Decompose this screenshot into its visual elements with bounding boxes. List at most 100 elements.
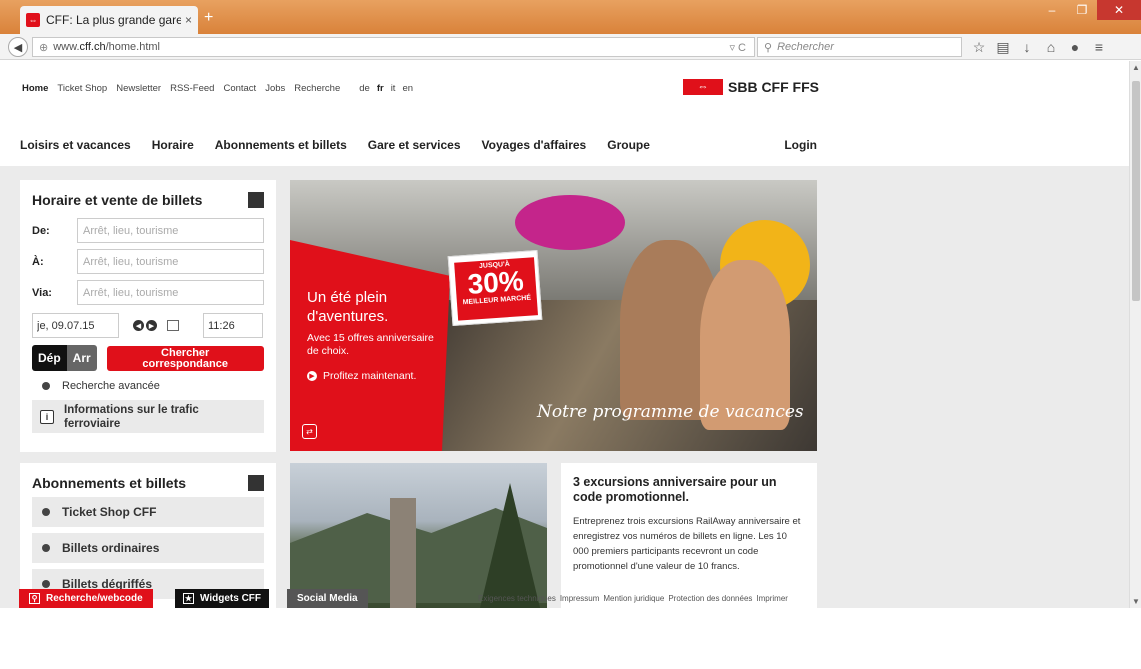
search-connection-button[interactable]: Chercher correspondance: [106, 345, 264, 371]
social-media-label: Social Media: [297, 593, 358, 604]
lang-it[interactable]: it: [391, 83, 396, 94]
meta-link-ticket-shop[interactable]: Ticket Shop: [57, 83, 107, 94]
via-input[interactable]: [77, 280, 264, 305]
star-icon: ★: [183, 593, 194, 604]
chat-icon[interactable]: ●: [1064, 37, 1086, 57]
scroll-up-icon[interactable]: ▲: [1132, 63, 1140, 72]
ticket-shop-label: Ticket Shop CFF: [62, 505, 157, 519]
timetable-widget: Horaire et vente de billets De: À: Via: …: [20, 180, 276, 452]
subscriptions-widget: Abonnements et billets Ticket Shop CFF B…: [20, 463, 276, 608]
traffic-info-link[interactable]: i Informations sur le trafic ferroviaire: [32, 400, 264, 433]
globe-icon: ⊕: [39, 41, 49, 54]
browser-search-input[interactable]: ⚲ Rechercher: [757, 37, 962, 57]
footer-link-print[interactable]: Imprimer: [756, 594, 788, 603]
ticket-shop-link[interactable]: Ticket Shop CFF: [32, 497, 264, 527]
departure-toggle[interactable]: Dép: [32, 345, 67, 371]
maximize-icon[interactable]: ❐: [1067, 0, 1097, 20]
web-page: Home Ticket Shop Newsletter RSS-Feed Con…: [0, 61, 1129, 669]
widgets-label: Widgets CFF: [200, 593, 262, 604]
scrollbar-thumb[interactable]: [1132, 81, 1140, 301]
nav-abonnements[interactable]: Abonnements et billets: [215, 138, 347, 152]
nav-loisirs[interactable]: Loisirs et vacances: [20, 138, 131, 152]
address-bar[interactable]: ⊕ www. cff.ch/home.html ▿ C: [32, 37, 755, 57]
hero-banner[interactable]: JUSQU'À 30% MEILLEUR MARCHÉ Un été plein…: [290, 180, 817, 451]
download-icon[interactable]: ↓: [1016, 37, 1038, 57]
reading-list-icon[interactable]: ▤: [992, 37, 1014, 57]
close-window-icon[interactable]: ✕: [1097, 0, 1141, 20]
footer-links: Exigences techniques Impressum Mention j…: [478, 594, 788, 603]
promo-body: Entreprenez trois excursions RailAway an…: [573, 516, 801, 572]
vertical-scrollbar[interactable]: ▲ ▼: [1129, 61, 1141, 608]
logo-text: SBB CFF FFS: [728, 79, 819, 95]
social-media-button[interactable]: Social Media: [287, 589, 368, 608]
lang-en[interactable]: en: [402, 83, 413, 94]
to-input[interactable]: [77, 249, 264, 274]
from-input[interactable]: [77, 218, 264, 243]
new-tab-button[interactable]: +: [204, 10, 213, 26]
hero-cta-link[interactable]: ▶ Profitez maintenant.: [307, 370, 416, 382]
lang-de[interactable]: de: [359, 83, 370, 94]
from-label: De:: [32, 224, 50, 237]
meta-link-recherche[interactable]: Recherche: [294, 83, 340, 94]
home-icon[interactable]: ⌂: [1040, 37, 1062, 57]
back-arrow-icon[interactable]: ◀: [8, 37, 28, 57]
footer-link-impressum[interactable]: Impressum: [560, 594, 600, 603]
info-icon: i: [40, 409, 54, 424]
sbb-favicon-icon: ⇔: [26, 13, 40, 27]
search-icon: ⚲: [764, 41, 773, 54]
to-label: À:: [32, 255, 44, 268]
scroll-down-icon[interactable]: ▼: [1132, 597, 1140, 606]
nav-voyages[interactable]: Voyages d'affaires: [482, 138, 587, 152]
meta-link-newsletter[interactable]: Newsletter: [116, 83, 161, 94]
date-input[interactable]: [32, 313, 119, 338]
ordinary-tickets-link[interactable]: Billets ordinaires: [32, 533, 264, 563]
hero-headline: Un été plein d'aventures.: [307, 289, 389, 325]
excursion-photo[interactable]: [290, 463, 547, 608]
url-prefix: www.: [53, 41, 80, 53]
meta-link-contact[interactable]: Contact: [223, 83, 256, 94]
meta-link-jobs[interactable]: Jobs: [265, 83, 285, 94]
advanced-search-link[interactable]: Recherche avancée: [32, 380, 264, 392]
nav-horaire[interactable]: Horaire: [152, 138, 194, 152]
ordinary-tickets-label: Billets ordinaires: [62, 541, 160, 555]
cta-arrow-icon: ▶: [307, 371, 317, 381]
footer-link-tech[interactable]: Exigences techniques: [478, 594, 556, 603]
time-input[interactable]: [203, 313, 263, 338]
search-webcode-button[interactable]: ⚲ Recherche/webcode: [19, 589, 153, 608]
arrow-bullet-icon: [42, 580, 50, 588]
train-icon: [248, 192, 264, 208]
nav-groupe[interactable]: Groupe: [607, 138, 650, 152]
share-icon[interactable]: ⇄: [302, 424, 317, 439]
close-tab-icon[interactable]: ×: [185, 13, 192, 27]
tab-bar: ⇔ CFF: La plus grande gare d... × + – ❐ …: [0, 0, 1141, 34]
calendar-icon[interactable]: [167, 320, 179, 331]
subscriptions-title: Abonnements et billets: [32, 475, 187, 491]
browser-tab[interactable]: ⇔ CFF: La plus grande gare d... ×: [20, 6, 198, 34]
sbb-logo[interactable]: ⇔ SBB CFF FFS: [683, 79, 819, 95]
magnifier-icon: ⚲: [29, 593, 40, 604]
arrival-toggle[interactable]: Arr: [66, 345, 97, 371]
next-day-icon[interactable]: ▶: [146, 320, 157, 331]
bookmark-star-icon[interactable]: ☆: [968, 37, 990, 57]
minimize-icon[interactable]: –: [1037, 0, 1067, 20]
arrow-bullet-icon: [42, 544, 50, 552]
nav-gare[interactable]: Gare et services: [368, 138, 461, 152]
prev-day-icon[interactable]: ◀: [133, 320, 144, 331]
reload-icon[interactable]: ▿ C: [729, 41, 746, 54]
advanced-search-label: Recherche avancée: [62, 380, 160, 392]
url-path: /home.html: [105, 41, 161, 53]
footer-link-privacy[interactable]: Protection des données: [668, 594, 752, 603]
promo-teaser[interactable]: 3 excursions anniversaire pour un code p…: [561, 463, 817, 608]
hero-cta-label: Profitez maintenant.: [323, 370, 417, 382]
meta-home-link[interactable]: Home: [22, 83, 48, 94]
hero-script-text: Notre programme de vacances: [537, 402, 804, 422]
lang-fr[interactable]: fr: [377, 83, 384, 94]
via-label: Via:: [32, 286, 52, 299]
arrow-bullet-icon: [42, 508, 50, 516]
widgets-button[interactable]: ★ Widgets CFF: [175, 589, 270, 608]
login-link[interactable]: Login: [784, 138, 817, 152]
menu-icon[interactable]: ≡: [1088, 37, 1110, 57]
meta-link-rss[interactable]: RSS-Feed: [170, 83, 214, 94]
discount-badge: JUSQU'À 30% MEILLEUR MARCHÉ: [447, 249, 543, 327]
footer-link-legal[interactable]: Mention juridique: [603, 594, 664, 603]
